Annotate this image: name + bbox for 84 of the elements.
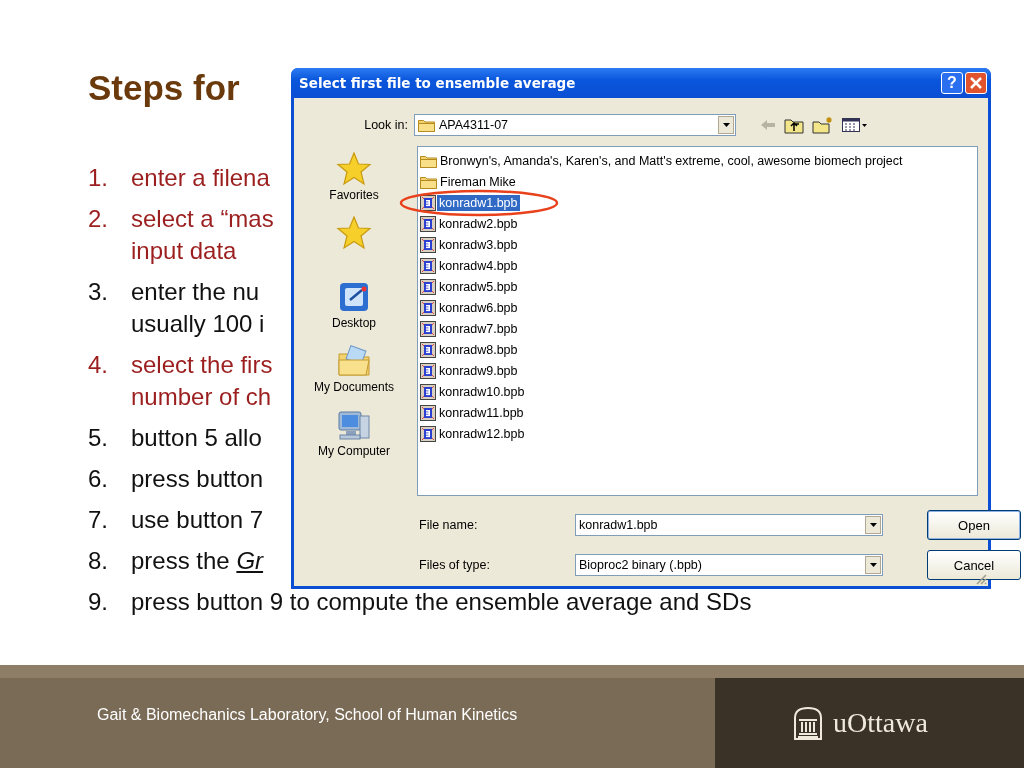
dropdown-button[interactable]	[718, 116, 734, 134]
folder-icon	[336, 344, 372, 378]
step-number: 8.	[88, 546, 109, 576]
document-icon	[420, 425, 436, 442]
file-name-field[interactable]: konradw1.bpb	[575, 514, 883, 536]
document-icon	[420, 404, 436, 421]
document-icon	[420, 362, 436, 379]
look-in-dropdown[interactable]: APA4311-07	[414, 114, 736, 136]
help-button[interactable]: ?	[941, 72, 963, 94]
document-icon	[420, 215, 436, 232]
cancel-button[interactable]: Cancel	[927, 550, 1021, 580]
step-text: usually 100 i	[131, 309, 265, 339]
resize-grip-icon[interactable]	[975, 573, 987, 585]
step-number: 5.	[88, 423, 109, 453]
computer-icon	[336, 408, 372, 442]
folder-icon	[420, 174, 437, 189]
document-icon	[420, 341, 436, 358]
document-icon	[420, 194, 436, 211]
building-icon	[793, 706, 823, 740]
file-item[interactable]: konradw3.bpb	[437, 236, 520, 253]
file-item[interactable]: konradw10.bpb	[437, 383, 527, 400]
step-text: number of ch	[131, 382, 273, 412]
star-icon	[336, 216, 372, 250]
place-label[interactable]: Desktop	[332, 316, 376, 330]
file-item[interactable]: konradw7.bpb	[437, 320, 520, 337]
step-number: 4.	[88, 350, 109, 380]
open-button[interactable]: Open	[927, 510, 1021, 540]
step-text: input data	[131, 236, 238, 266]
file-item[interactable]: konradw1.bpb	[437, 194, 520, 211]
file-type-dropdown[interactable]: Bioproc2 binary (.bpb)	[575, 554, 883, 576]
step-number: 1.	[88, 163, 109, 193]
document-icon	[420, 257, 436, 274]
step-text: use button 7	[131, 505, 264, 535]
step-text: press button 9 to compute the ensemble average and SDs	[131, 587, 752, 617]
step-text: enter the nu	[131, 277, 261, 307]
step-number: 7.	[88, 505, 109, 535]
step-text: press button	[131, 464, 264, 494]
view-menu-icon[interactable]	[842, 117, 868, 133]
file-item[interactable]: konradw12.bpb	[437, 425, 527, 442]
folder-item[interactable]: Fireman Mike	[438, 173, 518, 190]
caret-icon	[869, 563, 877, 567]
step-text: select a “mas	[131, 204, 274, 234]
file-item[interactable]: konradw6.bpb	[437, 299, 520, 316]
step-text: button 5 allo	[131, 423, 262, 453]
file-type-label: Files of type:	[419, 558, 491, 572]
step-text: enter a filena	[131, 163, 270, 193]
close-icon	[970, 77, 982, 89]
window-title: Select first file to ensemble average	[299, 75, 577, 91]
file-item[interactable]: konradw9.bpb	[437, 362, 520, 379]
file-item[interactable]: konradw4.bpb	[437, 257, 520, 274]
file-item[interactable]: konradw5.bpb	[437, 278, 520, 295]
file-name-label: File name:	[419, 518, 479, 532]
step-text: select the firs	[131, 350, 273, 380]
logo-text: uOttawa	[833, 707, 928, 739]
folder-icon	[420, 153, 437, 168]
document-icon	[420, 299, 436, 316]
document-icon	[420, 383, 436, 400]
up-folder-icon[interactable]	[784, 116, 804, 134]
file-item[interactable]: konradw11.bpb	[437, 404, 526, 421]
folder-item[interactable]: Bronwyn's, Amanda's, Karen's, and Matt's extreme, cool, awesome biomech project	[438, 152, 905, 169]
step-text: press the Gr	[131, 546, 264, 576]
step-number: 9.	[88, 587, 109, 617]
step-number: 6.	[88, 464, 109, 494]
place-label[interactable]: My Computer	[318, 444, 390, 458]
file-item[interactable]: konradw2.bpb	[437, 215, 520, 232]
dropdown-button[interactable]	[865, 556, 881, 574]
slide-title: Steps for	[88, 67, 240, 109]
close-button[interactable]	[965, 72, 987, 94]
document-icon	[420, 320, 436, 337]
caret-icon	[869, 523, 877, 527]
step-number: 3.	[88, 277, 109, 307]
file-item[interactable]: konradw8.bpb	[437, 341, 520, 358]
place-label[interactable]: My Documents	[314, 380, 394, 394]
document-icon	[420, 236, 436, 253]
new-folder-icon[interactable]	[812, 116, 834, 134]
document-icon	[420, 278, 436, 295]
star-icon	[336, 152, 372, 186]
step-number: 2.	[88, 204, 109, 234]
dropdown-button[interactable]	[865, 516, 881, 534]
look-in-label: Look in:	[363, 118, 408, 132]
folder-icon	[418, 118, 435, 132]
footer-text: Gait & Biomechanics Laboratory, School of Human Kinetics	[97, 706, 518, 723]
caret-icon	[722, 123, 730, 127]
place-label[interactable]: Favorites	[329, 188, 379, 202]
